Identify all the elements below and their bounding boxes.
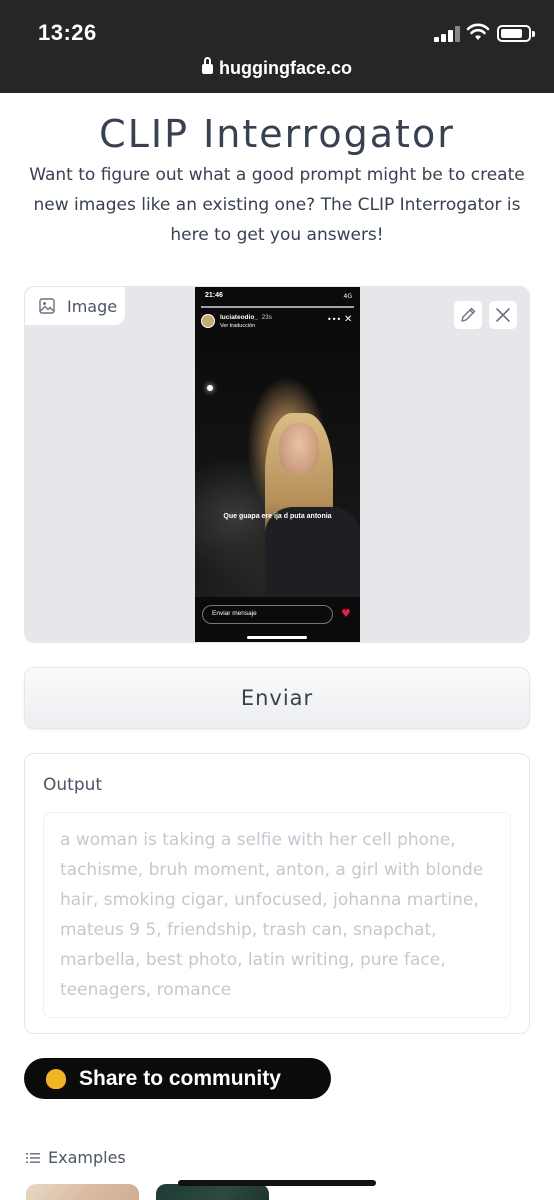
cellular-signal-icon: [434, 26, 460, 42]
share-to-community-button[interactable]: Share to community: [24, 1058, 331, 1099]
screenshot-time: 21:46: [205, 292, 223, 299]
share-label: Share to community: [79, 1066, 281, 1090]
more-dots-icon: •••: [327, 315, 342, 324]
pencil-icon: [461, 307, 476, 322]
output-textbox[interactable]: a woman is taking a selfie with her cell…: [43, 812, 511, 1018]
heart-icon: ♥: [341, 607, 351, 620]
image-upload-panel[interactable]: 21:46 4G luciateodio_ 23s Ver traducción…: [24, 286, 530, 643]
status-time: 13:26: [38, 20, 97, 45]
story-progress-bar: [201, 306, 354, 308]
examples-header: Examples: [26, 1148, 126, 1167]
photo-subject-face: [279, 423, 319, 475]
close-icon: [496, 308, 510, 322]
screenshot-network: 4G: [343, 293, 352, 300]
story-caption: Que guapa ere ija d puta antonia: [223, 513, 332, 520]
home-indicator: [178, 1180, 376, 1186]
moon-light: [207, 385, 213, 391]
story-avatar: [201, 314, 215, 328]
output-panel: Output a woman is taking a selfie with h…: [24, 753, 530, 1034]
examples-label: Examples: [48, 1148, 126, 1167]
story-subtitle: Ver traducción: [220, 323, 256, 329]
submit-button[interactable]: Enviar: [24, 667, 530, 729]
clapping-hands-icon: [46, 1068, 66, 1089]
page-description: Want to figure out what a good prompt mi…: [29, 165, 525, 245]
output-label: Output: [43, 775, 103, 795]
wifi-icon: [466, 23, 490, 40]
url-domain: huggingface.co: [218, 58, 352, 78]
story-username: luciateodio_ 23s: [220, 314, 273, 321]
url-bar[interactable]: huggingface.co: [0, 57, 554, 79]
story-close-icon: ✕: [344, 314, 353, 325]
screenshot-home-indicator: [247, 636, 307, 639]
photo-scene: [195, 327, 360, 597]
list-icon: [26, 1152, 40, 1163]
image-icon: [39, 298, 55, 314]
image-field-label: Image: [25, 287, 125, 325]
image-label-text: Image: [67, 296, 118, 316]
story-message-field: Enviar mensaje: [202, 605, 333, 624]
page-title: CLIP Interrogator: [99, 112, 455, 156]
example-thumbnail[interactable]: [156, 1184, 269, 1200]
edit-image-button[interactable]: [453, 300, 483, 330]
uploaded-image: 21:46 4G luciateodio_ 23s Ver traducción…: [195, 287, 360, 642]
battery-icon: [497, 25, 535, 42]
photo-subject-jacket: [265, 507, 360, 597]
browser-status-bar: 13:26 huggingface.co: [0, 0, 554, 93]
lock-icon: [201, 57, 213, 74]
clear-image-button[interactable]: [488, 300, 518, 330]
example-thumbnail[interactable]: [26, 1184, 139, 1200]
